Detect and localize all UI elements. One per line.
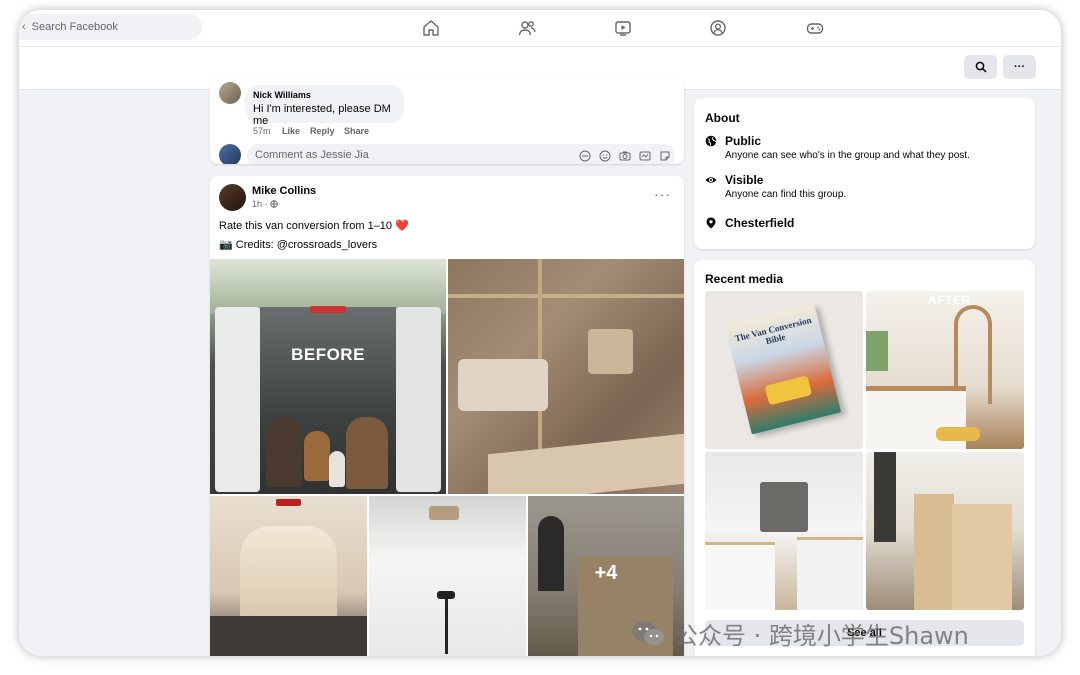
about-public-title: Public [725, 134, 762, 148]
post-options-button[interactable]: ··· [654, 186, 671, 202]
watermark: 公众号 · 跨境小学生Shawn [630, 616, 1050, 650]
dog-white [329, 451, 345, 487]
app-window: ‹ Search Facebook ··· Nick Williams Hi I… [19, 10, 1061, 656]
recent-media-card: Recent media The Van Conversion Bible AF… [694, 260, 1035, 656]
top-navigation-bar: ‹ Search Facebook [19, 10, 1061, 47]
gif-icon[interactable] [639, 150, 651, 162]
tripod-lamp [445, 594, 448, 654]
media-photo-kitchen-units[interactable] [866, 452, 1024, 610]
comment-text: Hi I'm interested, please DM me [253, 103, 391, 127]
current-user-avatar [219, 144, 241, 164]
floor-dark [210, 616, 367, 656]
about-location[interactable]: Chesterfield [725, 216, 794, 230]
unit-left [914, 494, 954, 610]
comment-like-link[interactable]: Like [282, 126, 300, 136]
post-author-avatar[interactable] [219, 184, 246, 211]
sticker-icon[interactable] [659, 150, 671, 162]
book-van-illustration [764, 375, 813, 406]
rear-doors [760, 482, 808, 532]
emoji-icon[interactable] [599, 150, 611, 162]
recent-media-title: Recent media [705, 272, 784, 286]
comment-input[interactable]: Comment as Jessie Jia [247, 144, 675, 164]
post-text: Rate this van conversion from 1–10 ❤️ [219, 220, 409, 232]
dog-brown [304, 431, 330, 481]
book-cover: The Van Conversion Bible [724, 303, 842, 435]
post-card: Mike Collins 1h · ··· Rate this van conv… [210, 176, 684, 656]
comment-input-placeholder: Comment as Jessie Jia [255, 149, 369, 161]
friends-icon[interactable] [517, 18, 537, 38]
chevron-left-icon: ‹ [22, 21, 26, 33]
wheel-arch-panel [458, 359, 548, 411]
post-photo-before[interactable]: BEFORE [210, 259, 446, 494]
person-left [266, 417, 302, 487]
before-label: BEFORE [291, 345, 365, 364]
about-visible-desc: Anyone can find this group. [725, 189, 847, 200]
bananas [936, 427, 980, 441]
post-time: 1h · [252, 199, 268, 209]
about-title: About [705, 111, 740, 125]
post-photo-white-walls[interactable] [369, 496, 526, 656]
post-photo-wood-cladding[interactable] [210, 496, 367, 656]
brake-light-3 [276, 499, 301, 506]
media-photo-cabinets[interactable] [705, 452, 863, 610]
watermark-text: 公众号 · 跨境小学生Shawn [674, 621, 969, 650]
group-more-button[interactable]: ··· [1003, 55, 1036, 79]
post-author-name[interactable]: Mike Collins [252, 185, 316, 197]
globe-privacy-icon [270, 200, 278, 208]
search-icon [975, 61, 987, 73]
watch-icon[interactable] [613, 18, 633, 38]
gaming-icon[interactable] [805, 18, 825, 38]
window-plants [866, 331, 888, 371]
wechat-logo-icon [632, 621, 664, 645]
globe-icon [705, 135, 717, 147]
roof-vent [429, 506, 459, 520]
right-cabinets [797, 537, 863, 610]
avatar-sticker-icon[interactable] [579, 150, 591, 162]
groups-icon[interactable] [708, 18, 728, 38]
media-photo-book[interactable]: The Van Conversion Bible [705, 291, 863, 449]
commenter-avatar[interactable] [219, 82, 241, 104]
brake-light [310, 306, 346, 313]
post-credits: 📷 Credits: @crossroads_lovers [219, 239, 378, 251]
comment-reply-link[interactable]: Reply [310, 126, 335, 136]
left-cabinets [705, 542, 775, 610]
niche-box [588, 329, 633, 374]
camera-icon[interactable] [619, 150, 631, 162]
search-facebook-field[interactable]: ‹ Search Facebook [19, 14, 202, 40]
comment-author[interactable]: Nick Williams [253, 90, 311, 100]
comment-share-link[interactable]: Share [344, 126, 369, 136]
group-search-button[interactable] [964, 55, 997, 79]
comment-bubble: Nick Williams Hi I'm interested, please … [245, 85, 404, 127]
comment-section: Nick Williams Hi I'm interested, please … [210, 80, 684, 164]
more-icon: ··· [1014, 61, 1025, 73]
person-right [346, 417, 388, 489]
about-public-desc: Anyone can see who's in the group and wh… [725, 150, 970, 161]
doorway-dark [874, 452, 896, 542]
location-pin-icon [706, 217, 716, 229]
lamp-head [437, 591, 455, 599]
more-photos-count: +4 [594, 562, 618, 584]
post-timestamp[interactable]: 1h · [252, 199, 278, 209]
unit-right [952, 504, 1012, 610]
wood-batten-top [448, 294, 684, 298]
media-photo-after[interactable]: AFTER [866, 291, 1024, 449]
home-icon[interactable] [421, 18, 441, 38]
post-photo-insulation[interactable] [448, 259, 684, 494]
eye-icon [705, 177, 717, 183]
van-door-right [396, 307, 441, 492]
search-placeholder: Search Facebook [31, 21, 118, 33]
comment-time[interactable]: 57m [253, 126, 271, 136]
van-door-left [215, 307, 260, 492]
book-title: The Van Conversion Bible [733, 314, 813, 347]
about-visible-title: Visible [725, 173, 764, 187]
about-card: About Public Anyone can see who's in the… [694, 98, 1035, 249]
after-label: AFTER [928, 293, 971, 307]
floor-panel [488, 433, 684, 494]
